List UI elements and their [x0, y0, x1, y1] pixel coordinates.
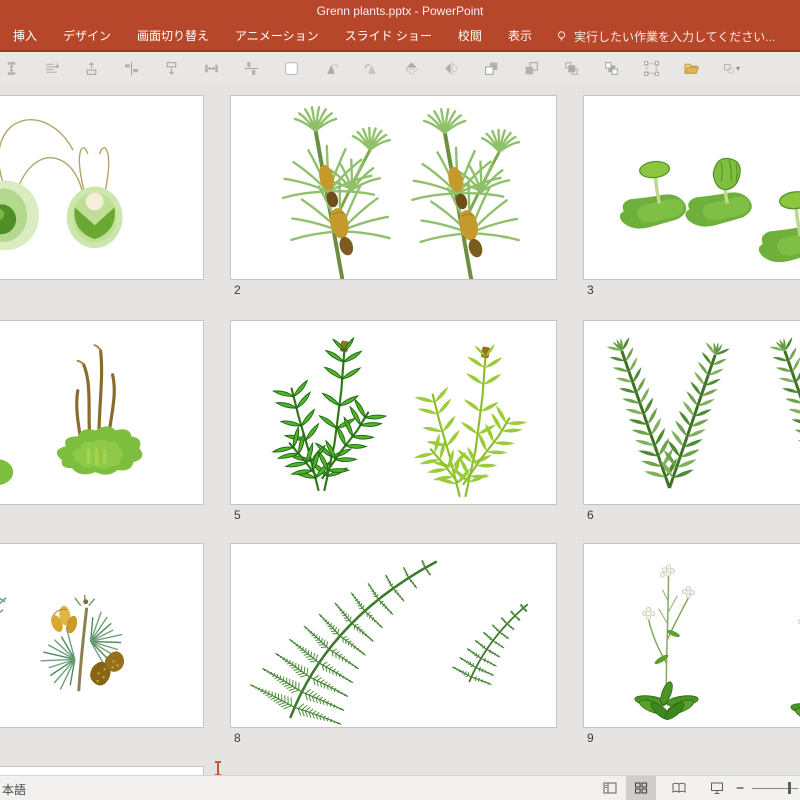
ribbon-tabs: 挿入デザイン画面切り替えアニメーションスライド ショー校閲表示: [0, 22, 545, 50]
send-to-back-icon[interactable]: [603, 60, 620, 77]
slide-thumbnail-6[interactable]: 6: [583, 320, 800, 525]
slideshow-button[interactable]: [702, 776, 732, 800]
rotate-left-icon[interactable]: [363, 60, 380, 77]
statusbar: 本語: [0, 775, 800, 800]
horsetail-plants-image: [231, 96, 556, 279]
flip-vertical-icon[interactable]: [403, 60, 420, 77]
bring-forward-icon[interactable]: [483, 60, 500, 77]
send-backward-icon[interactable]: [523, 60, 540, 77]
zoom-slider[interactable]: [752, 788, 798, 789]
distribute-vertically-icon[interactable]: [3, 60, 20, 77]
dropdown-caret-icon: ▾: [736, 64, 740, 73]
slide-thumbnail-3[interactable]: 3: [583, 95, 800, 300]
rosette-flowering-plants-image: [584, 544, 800, 727]
slide-thumbnail-2[interactable]: 2: [230, 95, 557, 300]
slide-thumbnail-5[interactable]: 5: [230, 320, 557, 525]
bring-to-front-icon[interactable]: [563, 60, 580, 77]
zoom-slider-handle[interactable]: [788, 782, 791, 794]
slideshow-icon: [709, 780, 725, 796]
align-center-horizontal-icon[interactable]: [123, 60, 140, 77]
tab-review[interactable]: 校閲: [445, 22, 495, 50]
move-down-icon[interactable]: [163, 60, 180, 77]
green-algae-cells-image: [0, 96, 203, 279]
ribbon-tab-bar: 挿入デザイン画面切り替えアニメーションスライド ショー校閲表示 実行したい作業を…: [0, 22, 800, 52]
tab-animations[interactable]: アニメーション: [222, 22, 332, 50]
reading-view-button[interactable]: [664, 776, 694, 800]
slide-sorter-view-icon: [633, 780, 649, 796]
clubmoss-plants-image: [231, 321, 556, 504]
insertion-cursor: [217, 761, 219, 775]
tell-me-label: 実行したい作業を入力してください...: [574, 28, 775, 45]
open-folder-icon[interactable]: [683, 60, 700, 77]
slide-number: 5: [234, 508, 241, 522]
titlebar: Grenn plants.pptx - PowerPoint: [0, 0, 800, 22]
tab-slideshow[interactable]: スライド ショー: [332, 22, 445, 50]
slide-thumbnail-1[interactable]: [0, 95, 204, 300]
distribute-horizontally-icon[interactable]: [203, 60, 220, 77]
zoom-out-button[interactable]: [734, 776, 748, 800]
shape-fill-icon[interactable]: [283, 60, 300, 77]
align-text-icon[interactable]: [43, 60, 60, 77]
blank-slide-image: [0, 767, 203, 775]
slide-thumbnail-4[interactable]: [0, 320, 204, 525]
flip-horizontal-icon[interactable]: [443, 60, 460, 77]
fern-fronds-image: [231, 544, 556, 727]
tab-insert[interactable]: 挿入: [0, 22, 50, 50]
zoom-out-icon: [734, 781, 748, 795]
tab-design[interactable]: デザイン: [50, 22, 124, 50]
slide-thumbnail-8[interactable]: 8: [230, 543, 557, 748]
pine-sprig-with-cones-image: [0, 544, 203, 727]
quick-access-toolbar: ▾: [0, 52, 800, 85]
tell-me-box[interactable]: 実行したい作業を入力してください...: [555, 28, 775, 45]
moss-with-sporophytes-image: [0, 321, 203, 504]
move-up-icon[interactable]: [83, 60, 100, 77]
group-objects-icon[interactable]: [643, 60, 660, 77]
tab-view[interactable]: 表示: [495, 22, 545, 50]
shapes-dropdown-icon[interactable]: ▾: [723, 60, 740, 77]
slide-number: 2: [234, 283, 241, 297]
slide-sorter-view-button[interactable]: [626, 776, 656, 800]
slide-thumbnail-10[interactable]: [0, 766, 204, 775]
fir-clubmoss-plants-image: [584, 321, 800, 504]
slide-thumbnail-7[interactable]: [0, 543, 204, 748]
slide-thumbnail-9[interactable]: 9: [583, 543, 800, 748]
reading-view-icon: [671, 780, 687, 796]
liverwort-plants-image: [584, 96, 800, 279]
slide-number: 8: [234, 731, 241, 745]
language-indicator[interactable]: 本語: [2, 781, 26, 798]
normal-view-button[interactable]: [596, 776, 624, 800]
align-middle-vertical-icon[interactable]: [243, 60, 260, 77]
lightbulb-icon: [555, 30, 568, 43]
slide-number: 6: [587, 508, 594, 522]
slide-sorter-canvas[interactable]: 2: [0, 85, 800, 775]
tab-transitions[interactable]: 画面切り替え: [124, 22, 222, 50]
slide-number: 9: [587, 731, 594, 745]
normal-view-icon: [602, 780, 618, 796]
slide-number: 3: [587, 283, 594, 297]
window-title: Grenn plants.pptx - PowerPoint: [317, 4, 484, 18]
rotate-right-icon[interactable]: [323, 60, 340, 77]
